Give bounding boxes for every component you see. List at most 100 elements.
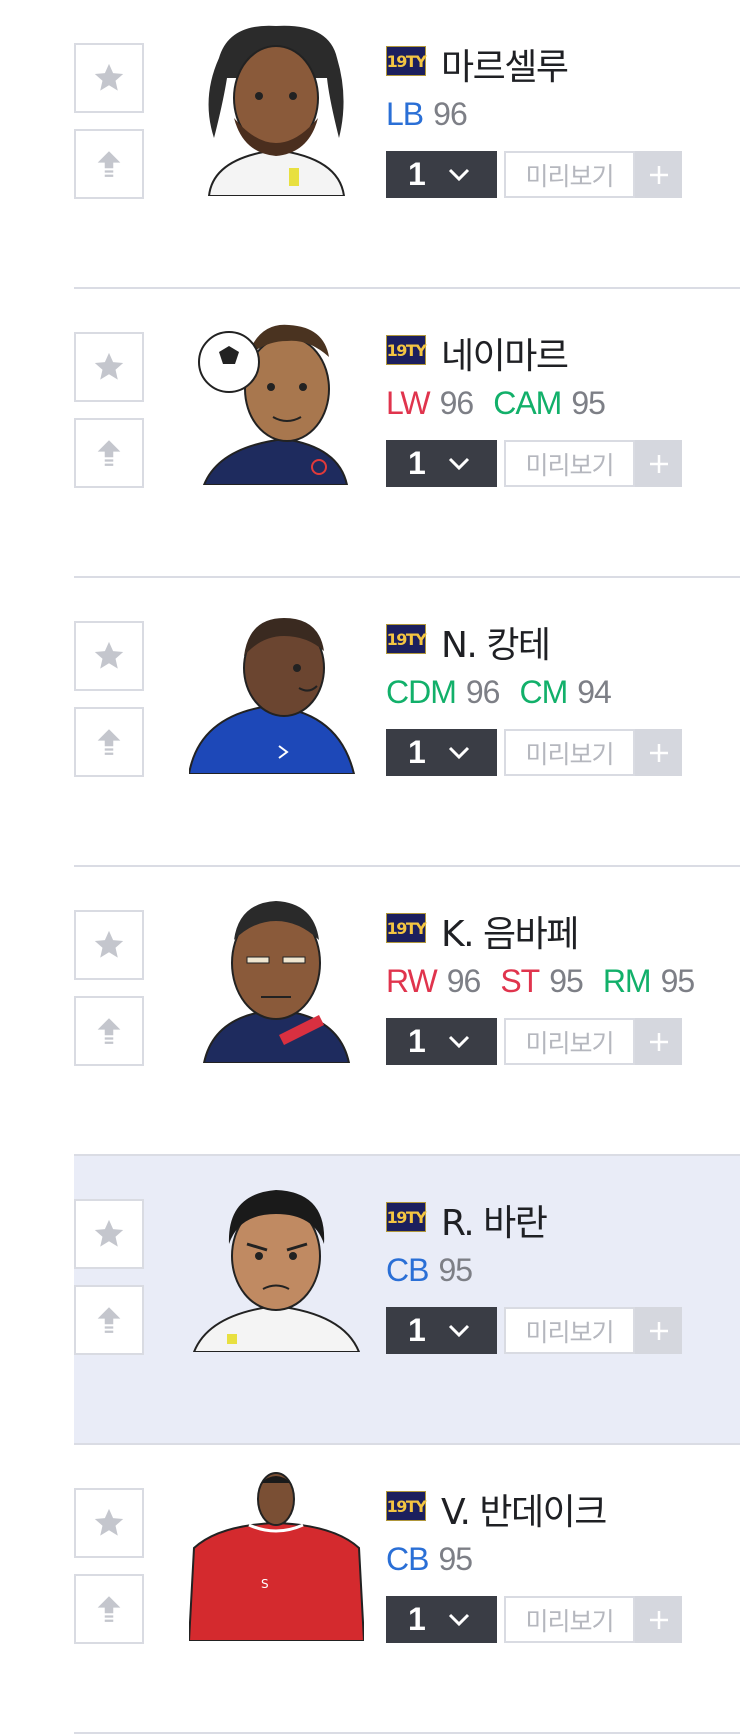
player-portrait xyxy=(189,1174,364,1352)
upgrade-button[interactable] xyxy=(74,707,144,777)
overall-rating: 96 xyxy=(433,96,468,132)
player-portrait xyxy=(189,885,364,1063)
chevron-down-icon xyxy=(448,1324,470,1337)
preview-group: 미리보기 xyxy=(504,1596,682,1643)
season-badge: 19TY xyxy=(386,335,427,365)
arrow-up-icon xyxy=(97,151,121,177)
upgrade-button[interactable] xyxy=(74,1285,144,1355)
star-icon xyxy=(94,641,124,669)
chevron-down-icon xyxy=(448,457,470,470)
favorite-button[interactable] xyxy=(74,332,144,402)
upgrade-button[interactable] xyxy=(74,1574,144,1644)
quantity-select[interactable]: 1 xyxy=(386,1018,497,1065)
position-label: RM xyxy=(602,963,652,999)
quantity-value: 1 xyxy=(408,734,426,770)
season-badge: 19TY xyxy=(386,913,427,943)
preview-group: 미리보기 xyxy=(504,1018,682,1065)
quantity-value: 1 xyxy=(408,1312,426,1348)
upgrade-button[interactable] xyxy=(74,129,144,199)
preview-button[interactable]: 미리보기 xyxy=(504,1307,635,1354)
quantity-select[interactable]: 1 xyxy=(386,729,497,776)
position-rating: LW 96 xyxy=(386,385,475,422)
position-label: CB xyxy=(386,1252,429,1288)
add-button[interactable] xyxy=(635,1018,682,1065)
player-row: 19TY N. 캉테 CDM 96 CM 94 1 미리보기 xyxy=(74,578,740,867)
position-label: LW xyxy=(386,385,431,421)
star-icon xyxy=(94,1508,124,1536)
favorite-button[interactable] xyxy=(74,621,144,691)
overall-rating: 96 xyxy=(465,674,501,710)
chevron-down-icon xyxy=(448,1035,470,1048)
quantity-select[interactable]: 1 xyxy=(386,1596,497,1643)
overall-rating: 96 xyxy=(439,385,475,421)
preview-button[interactable]: 미리보기 xyxy=(504,729,635,776)
arrow-up-icon xyxy=(97,1307,121,1333)
favorite-button[interactable] xyxy=(74,1488,144,1558)
preview-button[interactable]: 미리보기 xyxy=(504,151,635,198)
player-row: 19TY 네이마르 LW 96 CAM 95 1 미리보기 xyxy=(74,289,740,578)
add-button[interactable] xyxy=(635,1596,682,1643)
plus-icon xyxy=(649,1321,668,1340)
favorite-button[interactable] xyxy=(74,43,144,113)
position-label: ST xyxy=(500,963,540,999)
quantity-select[interactable]: 1 xyxy=(386,440,497,487)
overall-rating: 95 xyxy=(549,963,584,999)
plus-icon xyxy=(649,743,668,762)
add-button[interactable] xyxy=(635,1307,682,1354)
position-rating: CB 95 xyxy=(386,1541,473,1578)
arrow-up-icon xyxy=(97,1018,121,1044)
position-rating: LB 96 xyxy=(386,96,468,133)
player-name[interactable]: R. 바란 xyxy=(441,1194,548,1246)
player-portrait xyxy=(189,596,364,774)
overall-rating: 96 xyxy=(446,963,482,999)
upgrade-button[interactable] xyxy=(74,418,144,488)
player-name[interactable]: V. 반데이크 xyxy=(441,1483,607,1535)
arrow-up-icon xyxy=(97,1596,121,1622)
add-button[interactable] xyxy=(635,729,682,776)
overall-rating: 95 xyxy=(571,385,606,421)
preview-group: 미리보기 xyxy=(504,151,682,198)
preview-button[interactable]: 미리보기 xyxy=(504,1596,635,1643)
plus-icon xyxy=(649,1032,668,1051)
player-row-selected: 19TY R. 바란 CB 95 1 미리보기 xyxy=(74,1156,740,1445)
positions: LW 96 CAM 95 xyxy=(386,385,606,422)
position-label: RW xyxy=(386,963,438,999)
overall-rating: 95 xyxy=(660,963,696,999)
player-name[interactable]: 네이마르 xyxy=(441,327,569,379)
preview-button[interactable]: 미리보기 xyxy=(504,440,635,487)
plus-icon xyxy=(649,454,668,473)
upgrade-button[interactable] xyxy=(74,996,144,1066)
position-rating: RW 96 xyxy=(386,963,482,1000)
position-label: CB xyxy=(386,1541,429,1577)
player-name[interactable]: N. 캉테 xyxy=(441,616,551,668)
star-icon xyxy=(94,63,124,91)
favorite-button[interactable] xyxy=(74,1199,144,1269)
position-rating: RM 95 xyxy=(602,963,696,1000)
add-button[interactable] xyxy=(635,151,682,198)
star-icon xyxy=(94,1219,124,1247)
preview-button[interactable]: 미리보기 xyxy=(504,1018,635,1065)
player-name[interactable]: 마르셀루 xyxy=(441,38,569,90)
player-portrait xyxy=(189,307,364,485)
preview-group: 미리보기 xyxy=(504,440,682,487)
star-icon xyxy=(94,930,124,958)
position-label: CDM xyxy=(386,674,457,710)
overall-rating: 95 xyxy=(438,1541,473,1577)
arrow-up-icon xyxy=(97,729,121,755)
position-rating: CAM 95 xyxy=(493,385,606,422)
position-rating: CB 95 xyxy=(386,1252,473,1289)
quantity-select[interactable]: 1 xyxy=(386,1307,497,1354)
overall-rating: 94 xyxy=(577,674,612,710)
player-row: S 19TY V. 반데이크 CB 95 1 미리보기 xyxy=(74,1445,740,1734)
quantity-value: 1 xyxy=(408,1601,426,1637)
quantity-select[interactable]: 1 xyxy=(386,151,497,198)
add-button[interactable] xyxy=(635,440,682,487)
player-name[interactable]: K. 음바페 xyxy=(441,905,579,957)
plus-icon xyxy=(649,165,668,184)
positions: CB 95 xyxy=(386,1541,473,1578)
arrow-up-icon xyxy=(97,440,121,466)
favorite-button[interactable] xyxy=(74,910,144,980)
position-rating: CM 94 xyxy=(519,674,612,711)
plus-icon xyxy=(649,1610,668,1629)
quantity-value: 1 xyxy=(408,156,426,192)
